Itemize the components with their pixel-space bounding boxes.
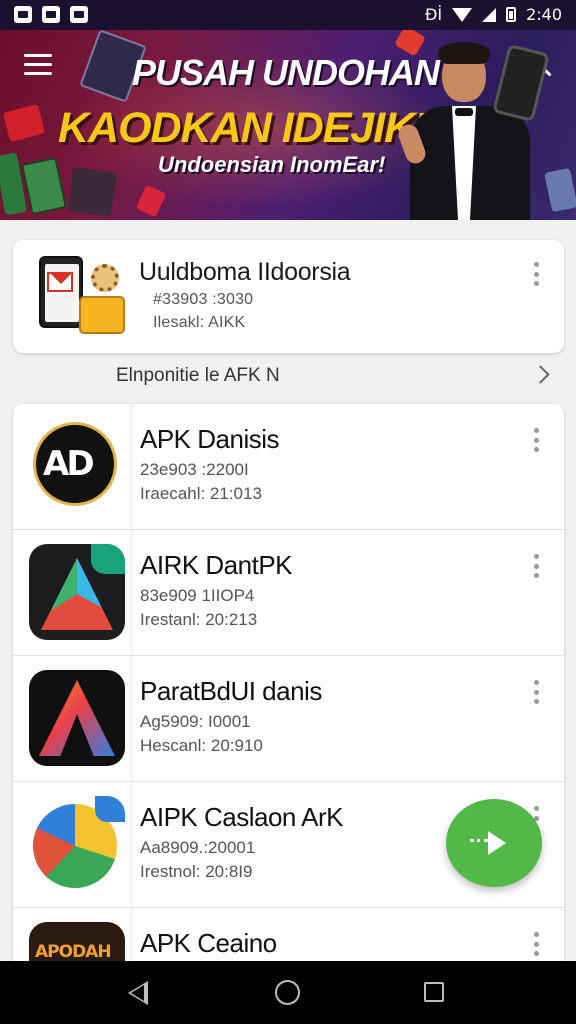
section-header[interactable]: Elnponitie le AFK N: [0, 358, 576, 396]
battery-icon: [506, 7, 517, 22]
app-title: APK Danisis: [140, 424, 280, 454]
app-title: ParatBdUI danis: [140, 676, 322, 706]
app-date: Iraecahl: 21:013: [140, 484, 262, 503]
send-icon: [488, 831, 506, 855]
signal-icon: [482, 7, 497, 22]
app-version: Ag5909: I0001: [140, 712, 251, 731]
featured-release: Ilesakl: AIKK: [153, 314, 246, 331]
featured-app-card[interactable]: Uuldboma IIdoorsia #33903 :3030 Ilesakl:…: [13, 240, 564, 353]
more-options-icon[interactable]: [531, 554, 541, 578]
status-bar: Đİ 2:40: [0, 0, 576, 30]
home-icon[interactable]: [275, 980, 300, 1005]
notification-icon: [14, 6, 32, 23]
banner-headline: KAODKAN IDEJIK'S: [58, 104, 452, 152]
vibrate-icon: Đİ: [424, 5, 443, 24]
wifi-icon: [452, 7, 473, 22]
app-title: AIRK DantPK: [140, 550, 293, 580]
decoration: [2, 103, 46, 143]
decoration: [67, 167, 117, 217]
recents-icon[interactable]: [424, 982, 444, 1002]
featured-version: #33903 :3030: [153, 291, 254, 308]
more-options-icon[interactable]: [531, 932, 541, 956]
navigation-bar: [0, 961, 576, 1024]
notification-icon: [42, 6, 60, 23]
send-fab-button[interactable]: [446, 799, 542, 887]
list-item[interactable]: AD APK Danisis 23e903 :2200I Iraecahl: 2…: [13, 404, 564, 530]
banner-subtitle: Undoensian InomEar!: [158, 152, 386, 177]
notification-icon: [70, 6, 88, 23]
decoration: [0, 152, 28, 216]
back-icon[interactable]: [128, 981, 148, 1005]
app-title: AIPK Caslaon ArK: [140, 802, 344, 832]
section-title: Elnponitie le AFK N: [116, 365, 280, 386]
app-version: Aa8909.:20001: [140, 838, 256, 857]
list-item[interactable]: AIRK DantPK 83e909 1IIOP4 Irestanl: 20:2…: [13, 530, 564, 656]
promo-banner[interactable]: PUSAH UNDOHAN KAODKAN IDEJIK'S Undoensia…: [0, 30, 576, 220]
more-options-icon[interactable]: [531, 680, 541, 704]
a-gradient-logo-icon: [29, 670, 125, 766]
app-date: Irestnol: 20:8I9: [140, 862, 253, 881]
app-list: AD APK Danisis 23e903 :2200I Iraecahl: 2…: [13, 404, 564, 974]
list-item[interactable]: ParatBdUI danis Ag5909: I0001 Hescanl: 2…: [13, 656, 564, 782]
spokesperson-image: [395, 42, 550, 220]
a-logo-icon: [29, 544, 125, 640]
app-title: APK Ceaino: [140, 928, 277, 958]
app-version: 83e909 1IIOP4: [140, 586, 255, 605]
chevron-right-icon: [531, 365, 550, 384]
more-options-icon[interactable]: [531, 428, 541, 452]
banner-title: PUSAH UNDOHAN: [132, 52, 440, 93]
featured-title: Uuldboma IIdoorsia: [139, 258, 351, 286]
app-version: 23e903 :2200I: [140, 460, 249, 479]
app-date: Hescanl: 20:910: [140, 736, 263, 755]
app-date: Irestanl: 20:213: [140, 610, 258, 629]
menu-button[interactable]: [24, 54, 52, 76]
featured-app-icon: [39, 256, 127, 336]
more-options-icon[interactable]: [531, 262, 541, 286]
decoration: [20, 156, 68, 216]
clock: 2:40: [526, 5, 562, 24]
hamburger-menu-icon: [24, 54, 52, 57]
ad-logo-icon: AD: [29, 418, 125, 514]
a-colorful-logo-icon: [29, 796, 125, 892]
